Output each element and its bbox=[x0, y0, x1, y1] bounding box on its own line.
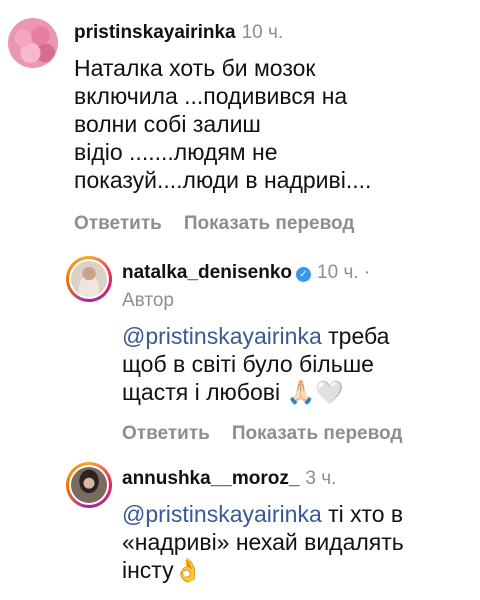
username[interactable]: pristinskayairinka bbox=[74, 22, 236, 43]
mention-link[interactable]: @pristinskayairinka bbox=[122, 501, 322, 527]
comment-text-part: треба bbox=[321, 323, 390, 349]
comment-line: показуй....люди в надриві.... bbox=[74, 167, 372, 193]
comment-text: @pristinskayairinka треба щоб в світі бу… bbox=[122, 322, 389, 406]
comment-actions: Ответить Показать перевод bbox=[122, 423, 402, 445]
translate-button[interactable]: Показать перевод bbox=[184, 213, 355, 234]
mention-link[interactable]: @pristinskayairinka bbox=[122, 323, 322, 349]
comment-line: відіо .......людям не bbox=[74, 139, 278, 165]
username[interactable]: natalka_denisenko bbox=[122, 262, 292, 283]
comment-line: щастя і любові 🙏🏻🤍 bbox=[122, 379, 344, 405]
story-ring-avatar[interactable] bbox=[66, 256, 112, 302]
verified-badge-icon: ✓ bbox=[296, 267, 312, 282]
author-label: Автор bbox=[122, 290, 174, 311]
comment-header: annushka__moroz_ 3 ч. bbox=[122, 468, 336, 490]
timestamp: 3 ч. bbox=[305, 468, 337, 489]
story-ring-avatar[interactable] bbox=[66, 462, 112, 508]
comment-text-part: ті хто в bbox=[321, 501, 404, 527]
translate-button[interactable]: Показать перевод bbox=[232, 423, 403, 444]
avatar-photo-icon bbox=[71, 261, 107, 297]
comment-text: @pristinskayairinka ті хто в «надриві» н… bbox=[122, 500, 404, 584]
comment-text: Наталка хоть би мозок включила ...подиви… bbox=[74, 54, 371, 194]
comment-line: включила ...подивився на bbox=[74, 83, 348, 109]
comment-actions: Ответить Показать перевод bbox=[74, 213, 354, 235]
reply-button[interactable]: Ответить bbox=[74, 213, 162, 234]
comment-header: pristinskayairinka 10 ч. bbox=[74, 22, 283, 44]
comment-header: natalka_denisenko ✓ 10 ч. · bbox=[122, 262, 370, 284]
username[interactable]: annushka__moroz_ bbox=[122, 468, 299, 489]
comment-line: Наталка хоть би мозок bbox=[74, 55, 316, 81]
avatar-photo-icon bbox=[71, 467, 107, 503]
flowers-avatar-icon[interactable] bbox=[8, 18, 58, 68]
comment-line: щоб в світі було більше bbox=[122, 351, 374, 377]
comment-line: волни собі залиш bbox=[74, 111, 261, 137]
reply-button[interactable]: Ответить bbox=[122, 423, 210, 444]
timestamp: 10 ч. · bbox=[317, 262, 371, 283]
comment-line: «надриві» нехай видалять bbox=[122, 529, 404, 555]
timestamp: 10 ч. bbox=[241, 22, 284, 43]
comment-line: інсту👌 bbox=[122, 557, 203, 583]
